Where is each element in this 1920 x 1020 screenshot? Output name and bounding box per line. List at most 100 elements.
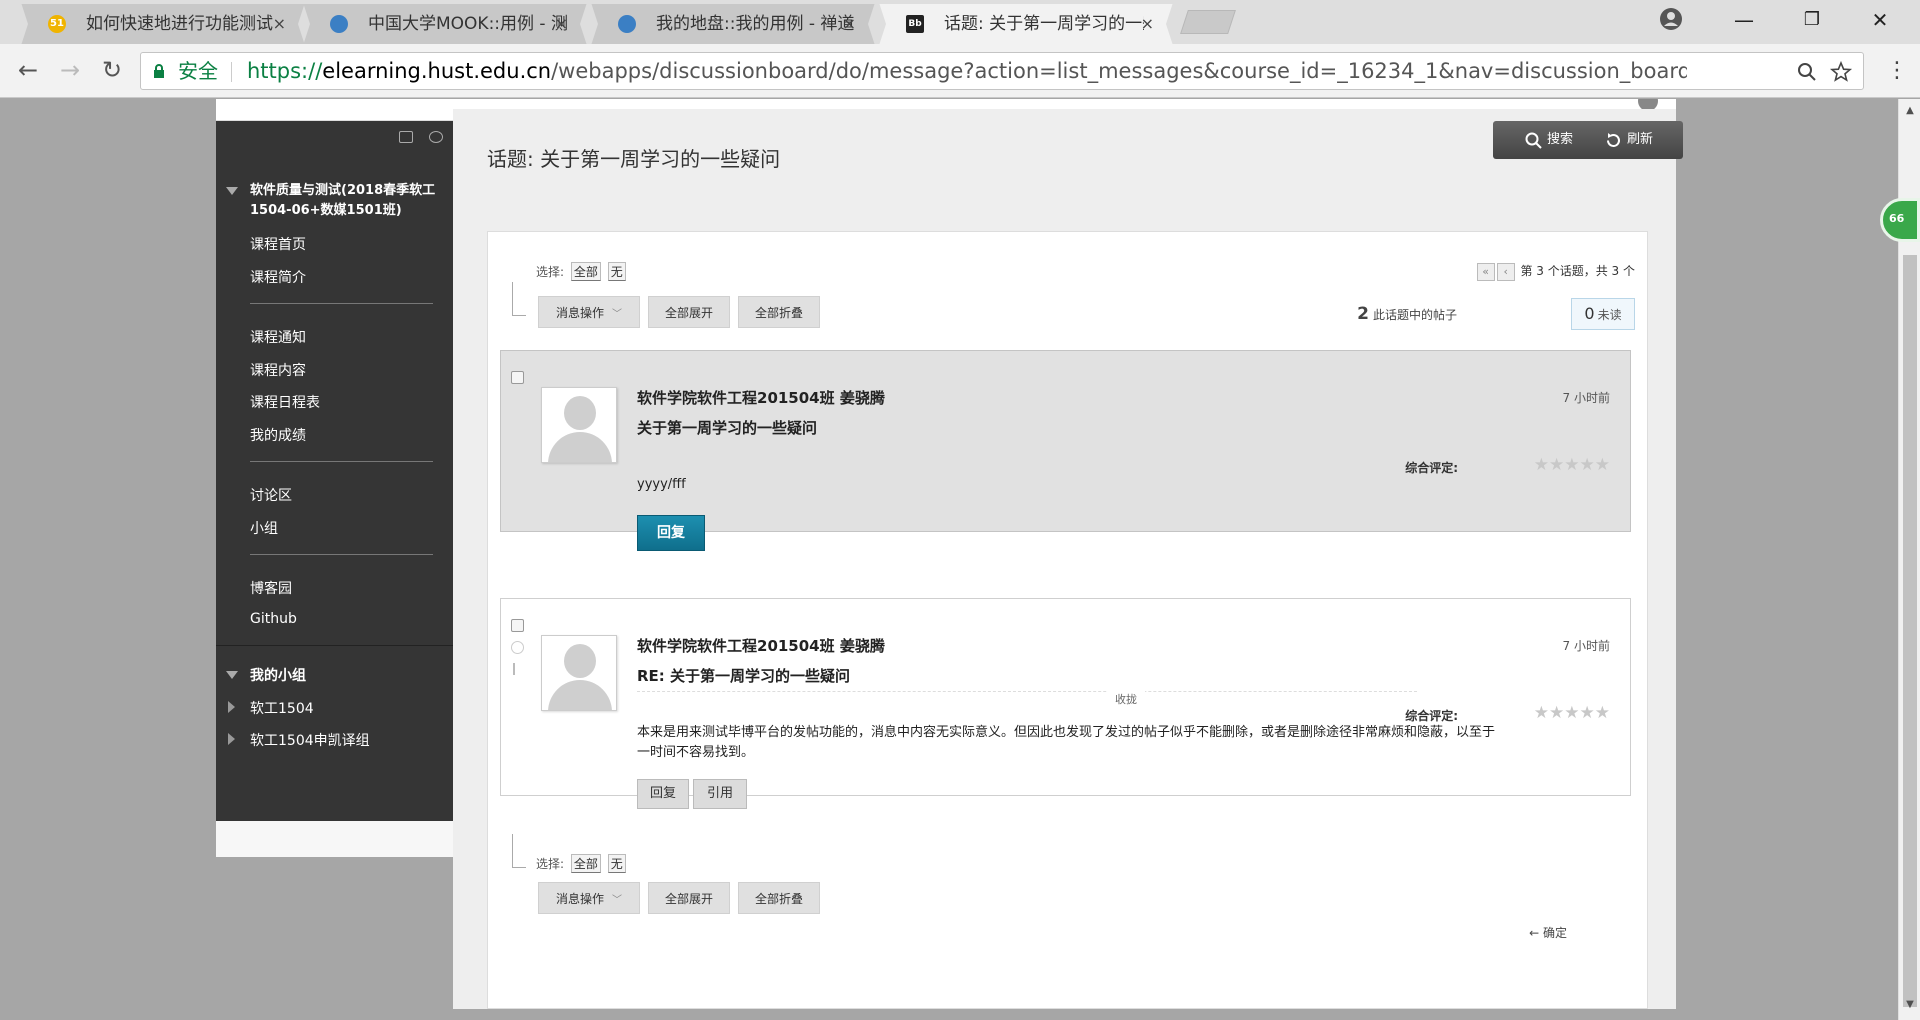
folder-view-icon[interactable]	[398, 131, 413, 143]
scroll-down-icon[interactable]: ▼	[1904, 999, 1916, 1011]
unread-count-number: 0	[1584, 304, 1595, 323]
back-button[interactable]: ←	[12, 54, 44, 86]
select-all-link[interactable]: 全部	[570, 262, 601, 281]
tab-close-icon[interactable]: ×	[555, 4, 568, 44]
message-actions-dropdown[interactable]: 消息操作 ﹀	[538, 296, 640, 328]
sidebar-item-grades[interactable]: 我的成绩	[250, 425, 306, 445]
flag-icon[interactable]	[513, 663, 523, 675]
first-page-icon[interactable]: «	[1476, 262, 1495, 281]
sidebar-course-title[interactable]: 软件质量与测试(2018春季软工1504-06+数媒1501班)	[250, 181, 440, 221]
message-body-line-1: 本来是用来测试毕博平台的发帖功能的，消息中内容无实际意义。但因此也发现了发过的帖…	[637, 725, 1496, 740]
message-item-2: 软件学院软件工程201504班 姜骁腾 RE: 关于第一周学习的一些疑问 7 小…	[500, 598, 1631, 809]
reply-button[interactable]: 回复	[637, 779, 689, 809]
search-button[interactable]: 搜索	[1523, 121, 1573, 159]
tab-close-icon[interactable]: ×	[843, 4, 856, 44]
refresh-button[interactable]: 刷新	[1603, 121, 1653, 159]
sidebar-divider	[250, 303, 433, 304]
collapse-all-button[interactable]: 全部折叠	[738, 296, 820, 328]
browser-menu-icon[interactable]: ⋮	[1886, 58, 1908, 84]
sidebar-item-groups[interactable]: 小组	[250, 518, 278, 538]
sidebar-footer	[216, 821, 453, 857]
tab-title: 话题: 关于第一周学习的一些	[944, 14, 1144, 34]
my-groups-caret-icon[interactable]	[226, 671, 238, 679]
message-checkbox[interactable]	[511, 619, 524, 632]
rating-label: 综合评定:	[1405, 461, 1458, 475]
sidebar-item-course-intro[interactable]: 课程简介	[250, 267, 306, 287]
expand-caret-icon[interactable]	[228, 701, 235, 713]
sidebar-item-course-home[interactable]: 课程首页	[250, 234, 306, 254]
scroll-thumb[interactable]	[1903, 255, 1917, 1007]
expand-all-button[interactable]: 全部展开	[648, 882, 730, 914]
collapse-divider	[637, 691, 1417, 701]
zoom-icon[interactable]	[1795, 60, 1819, 84]
main-content: 话题: 关于第一周学习的一些疑问 搜索 刷新 选择: 全部 无 消息操作 ﹀ 全…	[453, 109, 1683, 1009]
sidebar-item-content[interactable]: 课程内容	[250, 360, 306, 380]
message-actions-dropdown[interactable]: 消息操作 ﹀	[538, 882, 640, 914]
collapse-link[interactable]: 收拢	[1107, 691, 1145, 707]
rating-stars[interactable]: ★★★★★	[1534, 703, 1610, 723]
browser-toolbar: ← → ↻ 安全 https://elearning.hust.edu.cn/w…	[0, 44, 1920, 98]
quote-button[interactable]: 引用	[693, 779, 747, 809]
message-checkbox[interactable]	[511, 371, 524, 384]
scroll-up-icon[interactable]: ▲	[1904, 105, 1916, 117]
expand-caret-icon[interactable]	[228, 733, 235, 745]
prev-page-icon[interactable]: ‹	[1496, 262, 1515, 281]
browser-tab-4-active[interactable]: Bb 话题: 关于第一周学习的一些 ×	[876, 4, 1176, 44]
select-none-link[interactable]: 无	[607, 262, 626, 281]
select-all-link[interactable]: 全部	[570, 854, 601, 873]
chevron-down-icon: ﹀	[612, 895, 622, 906]
message-subject: 关于第一周学习的一些疑问	[637, 419, 818, 437]
url-separator	[231, 62, 232, 82]
message-actions-label: 消息操作	[555, 892, 604, 906]
message-author[interactable]: 软件学院软件工程201504班 姜骁腾	[637, 635, 885, 656]
select-none-link[interactable]: 无	[607, 854, 626, 873]
tab-favicon-globe-icon	[618, 15, 636, 33]
avatar	[541, 635, 617, 711]
tab-title: 我的地盘::我的用例 - 禅道	[656, 14, 855, 34]
new-tab-button[interactable]	[1180, 10, 1236, 34]
my-groups-title[interactable]: 我的小组	[250, 665, 306, 685]
collapse-caret-icon[interactable]	[226, 187, 238, 195]
my-group-item[interactable]: 软工1504	[250, 698, 314, 718]
floating-badge[interactable]: 66	[1880, 198, 1920, 242]
tab-close-icon[interactable]: ×	[273, 4, 286, 44]
profile-icon[interactable]	[1658, 6, 1684, 32]
expand-all-button[interactable]: 全部展开	[648, 296, 730, 328]
sidebar-item-announcements[interactable]: 课程通知	[250, 327, 306, 347]
message-author[interactable]: 软件学院软件工程201504班 姜骁腾	[637, 387, 885, 408]
minimize-button[interactable]: —	[1716, 0, 1772, 40]
sidebar-item-cnblogs[interactable]: 博客园	[250, 578, 292, 598]
refresh-menu-icon[interactable]	[429, 131, 443, 143]
rating-stars[interactable]: ★★★★★	[1534, 455, 1610, 475]
tab-close-icon[interactable]: ×	[1141, 4, 1154, 44]
close-window-button[interactable]: ✕	[1852, 0, 1908, 40]
restore-button[interactable]: ❐	[1784, 0, 1840, 40]
url-text[interactable]: https://elearning.hust.edu.cn/webapps/di…	[247, 53, 1687, 89]
message-actions-label: 消息操作	[555, 306, 604, 320]
browser-tab-1[interactable]: 51 如何快速地进行功能测试 ×	[18, 4, 308, 44]
reply-button[interactable]: 回复	[637, 515, 705, 551]
browser-tab-3[interactable]: 我的地盘::我的用例 - 禅道 ×	[588, 4, 878, 44]
sidebar-item-calendar[interactable]: 课程日程表	[250, 392, 320, 412]
star-icon[interactable]	[1829, 60, 1853, 84]
unread-count-button[interactable]: 0 未读	[1571, 298, 1635, 330]
browser-tab-2[interactable]: 中国大学MOOK::用例 - 测 ×	[300, 4, 590, 44]
address-bar[interactable]: 安全 https://elearning.hust.edu.cn/webapps…	[140, 52, 1864, 90]
collapse-all-button[interactable]: 全部折叠	[738, 882, 820, 914]
post-count-number: 2	[1357, 304, 1369, 324]
confirm-link[interactable]: ← 确定	[1529, 924, 1567, 941]
search-icon	[1525, 132, 1542, 149]
url-path: /webapps/discussionboard/do/message?acti…	[551, 59, 1687, 83]
forward-button[interactable]: →	[54, 54, 86, 86]
sidebar-item-github[interactable]: Github	[250, 611, 297, 627]
my-group-item[interactable]: 软工1504申凯译组	[250, 730, 370, 750]
message-body: yyyy/fff	[637, 477, 686, 492]
chevron-down-icon: ﹀	[612, 309, 622, 320]
read-status-icon[interactable]	[511, 641, 524, 654]
page-viewport: 软件质量与测试(2018春季软工1504-06+数媒1501班) 课程首页 课程…	[0, 99, 1898, 1020]
select-label: 选择:	[536, 857, 565, 871]
sidebar-item-discussion[interactable]: 讨论区	[250, 485, 292, 505]
refresh-icon	[1607, 133, 1620, 147]
message-subject: RE: 关于第一周学习的一些疑问	[637, 667, 851, 685]
reload-button[interactable]: ↻	[96, 54, 128, 86]
